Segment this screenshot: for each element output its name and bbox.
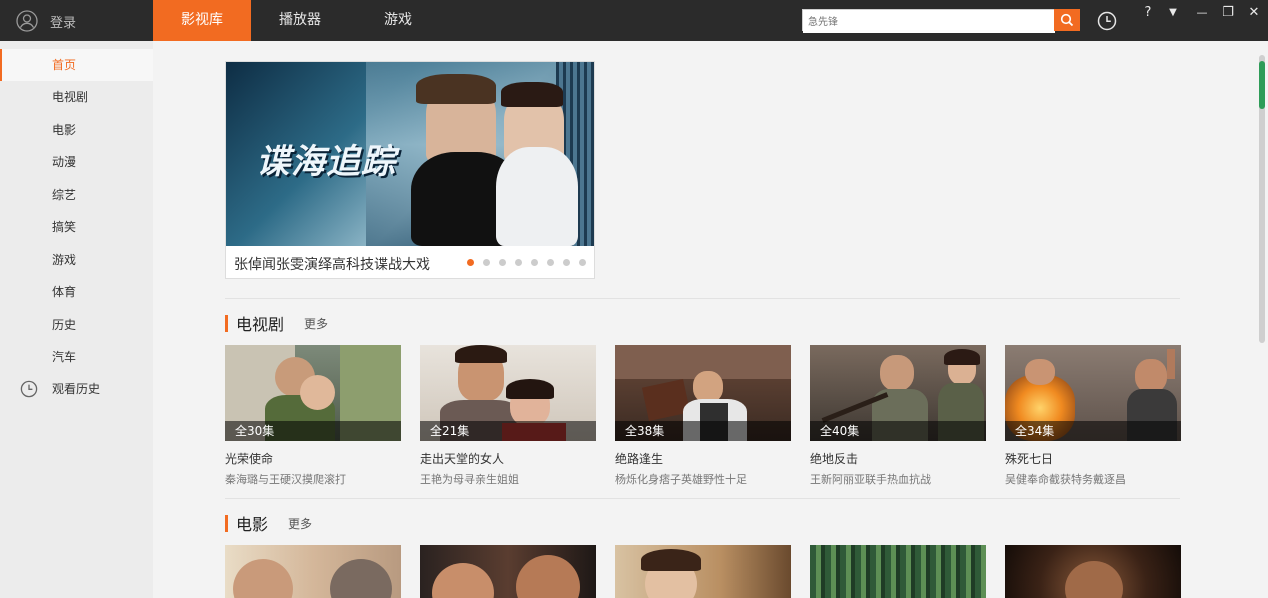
sidebar-item-home[interactable]: 首页	[0, 49, 153, 81]
video-thumbnail[interactable]	[615, 545, 791, 598]
section-header-tv: 电视剧 更多	[225, 313, 328, 334]
tab-games[interactable]: 游戏	[349, 0, 447, 41]
search-box	[802, 9, 1080, 33]
pagination-dot[interactable]	[467, 259, 474, 266]
login-button[interactable]: 登录	[16, 9, 76, 33]
watch-history-label: 观看历史	[52, 382, 101, 396]
video-thumbnail[interactable]	[420, 545, 596, 598]
restore-icon[interactable]: ❐	[1220, 4, 1236, 22]
sidebar-item-sports[interactable]: 体育	[0, 276, 153, 308]
episode-count: 全34集	[1005, 421, 1181, 441]
scrollbar-indicator	[1259, 61, 1265, 109]
video-thumbnail[interactable]: 全38集	[615, 345, 791, 441]
sidebar-item-anime[interactable]: 动漫	[0, 146, 153, 178]
login-label: 登录	[50, 15, 77, 31]
pagination-dot[interactable]	[547, 259, 554, 266]
sidebar-item-games[interactable]: 游戏	[0, 244, 153, 276]
video-description: 秦海璐与王硬汉摸爬滚打	[225, 473, 346, 486]
sidebar-item-variety[interactable]: 综艺	[0, 179, 153, 211]
episode-count: 全38集	[615, 421, 791, 441]
movie-card[interactable]	[810, 545, 986, 598]
banner-image[interactable]: 谍海追踪	[226, 62, 594, 246]
section-header-movies: 电影 更多	[225, 513, 312, 534]
video-thumbnail[interactable]: 全34集	[1005, 345, 1181, 441]
video-card[interactable]: 全40集 绝地反击 王新阿丽亚联手热血抗战	[810, 345, 986, 487]
video-description: 王艳为母寻亲生姐姐	[420, 473, 519, 486]
sidebar: 首页 电视剧 电影 动漫 综艺 搞笑 游戏 体育 历史 汽车 观看历史	[0, 41, 153, 598]
minimize-icon[interactable]: —	[1194, 4, 1210, 22]
sidebar-item-movies[interactable]: 电影	[0, 114, 153, 146]
episode-count: 全21集	[420, 421, 596, 441]
video-title[interactable]: 绝路逢生	[615, 450, 791, 467]
video-description: 王新阿丽亚联手热血抗战	[810, 473, 931, 486]
video-card[interactable]: 全38集 绝路逢生 杨烁化身痞子英雄野性十足	[615, 345, 791, 487]
pagination-dot[interactable]	[531, 259, 538, 266]
video-card[interactable]: 全34集 殊死七日 吴健奉命截获特务戴逐昌	[1005, 345, 1181, 487]
sidebar-item-auto[interactable]: 汽车	[0, 341, 153, 373]
divider	[225, 498, 1180, 499]
video-description: 吴健奉命截获特务戴逐昌	[1005, 473, 1126, 486]
search-button[interactable]	[1054, 9, 1080, 31]
user-icon	[16, 10, 38, 32]
banner-caption[interactable]: 张倬闻张雯演绎高科技谍战大戏	[234, 254, 430, 274]
search-icon	[1060, 13, 1074, 27]
episode-count: 全30集	[225, 421, 401, 441]
video-thumbnail[interactable]	[810, 545, 986, 598]
pagination-dot[interactable]	[499, 259, 506, 266]
history-clock-icon[interactable]	[1097, 11, 1117, 31]
featured-banner[interactable]: 谍海追踪 张倬闻张雯演绎高科技谍战大戏	[225, 61, 595, 279]
pagination-dot[interactable]	[563, 259, 570, 266]
banner-title-art: 谍海追踪	[256, 142, 396, 182]
episode-count: 全40集	[810, 421, 986, 441]
pagination-dot[interactable]	[579, 259, 586, 266]
banner-pagination	[467, 259, 586, 266]
video-card[interactable]: 全21集 走出天堂的女人 王艳为母寻亲生姐姐	[420, 345, 596, 487]
clock-icon	[20, 380, 38, 398]
help-icon[interactable]: ?	[1140, 4, 1156, 22]
sidebar-item-watch-history[interactable]: 观看历史	[0, 373, 153, 405]
section-accent-bar	[225, 314, 228, 332]
movie-card[interactable]	[615, 545, 791, 598]
video-description: 杨烁化身痞子英雄野性十足	[615, 473, 747, 486]
video-title[interactable]: 光荣使命	[225, 450, 401, 467]
more-link[interactable]: 更多	[288, 515, 312, 532]
section-title: 电视剧	[236, 315, 285, 334]
close-icon[interactable]: ✕	[1246, 4, 1262, 22]
video-thumbnail[interactable]	[1005, 545, 1181, 598]
main-content: 谍海追踪 张倬闻张雯演绎高科技谍战大戏 电视剧 更多 全30集 光荣使命 秦海璐…	[153, 41, 1257, 598]
tab-player[interactable]: 播放器	[251, 0, 349, 41]
video-title[interactable]: 走出天堂的女人	[420, 450, 596, 467]
video-thumbnail[interactable]: 全40集	[810, 345, 986, 441]
video-thumbnail[interactable]: 全30集	[225, 345, 401, 441]
video-title[interactable]: 绝地反击	[810, 450, 986, 467]
section-title: 电影	[236, 515, 269, 534]
sidebar-item-comedy[interactable]: 搞笑	[0, 211, 153, 243]
movie-card[interactable]	[420, 545, 596, 598]
top-bar: 登录 影视库 播放器 游戏 ? ▼ — ❐ ✕	[0, 0, 1268, 41]
video-thumbnail[interactable]	[225, 545, 401, 598]
tab-video-library[interactable]: 影视库	[153, 0, 251, 41]
pagination-dot[interactable]	[515, 259, 522, 266]
sidebar-item-tv[interactable]: 电视剧	[0, 81, 153, 113]
scrollbar[interactable]	[1257, 41, 1268, 598]
pagination-dot[interactable]	[483, 259, 490, 266]
divider	[225, 298, 1180, 299]
movie-card[interactable]	[1005, 545, 1181, 598]
more-link[interactable]: 更多	[304, 315, 328, 332]
menu-dropdown-icon[interactable]: ▼	[1165, 4, 1181, 22]
search-input[interactable]	[803, 12, 1055, 33]
sidebar-item-history[interactable]: 历史	[0, 309, 153, 341]
video-thumbnail[interactable]: 全21集	[420, 345, 596, 441]
movie-card[interactable]	[225, 545, 401, 598]
section-accent-bar	[225, 514, 228, 532]
video-card[interactable]: 全30集 光荣使命 秦海璐与王硬汉摸爬滚打	[225, 345, 401, 487]
video-title[interactable]: 殊死七日	[1005, 450, 1181, 467]
